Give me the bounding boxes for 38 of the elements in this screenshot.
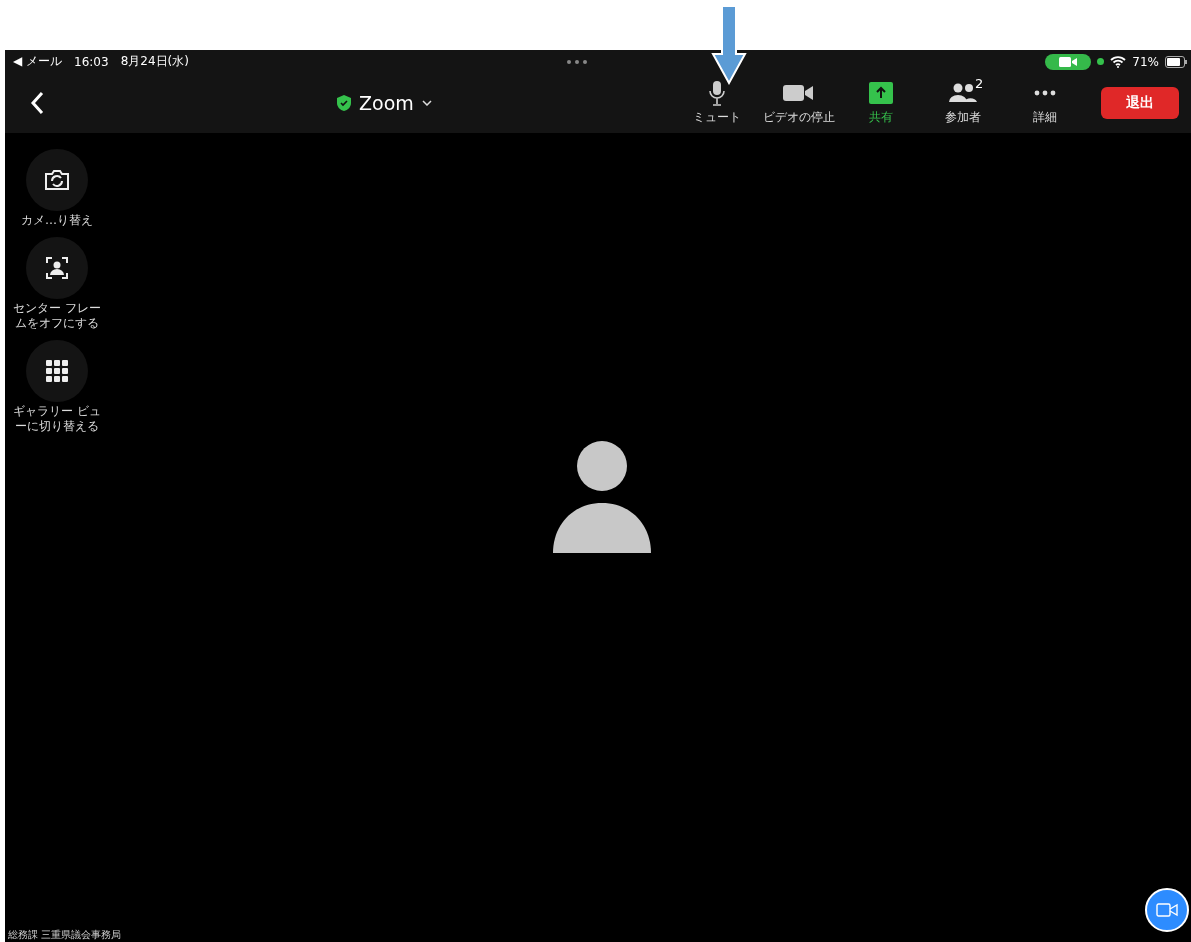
camera-switch-icon xyxy=(44,169,70,191)
leave-button[interactable]: 退出 xyxy=(1101,87,1179,119)
button-label: カメ…り替え xyxy=(20,213,94,229)
toolbar-button[interactable]: ミュート xyxy=(677,80,757,126)
multitask-dots-icon xyxy=(566,58,589,65)
down-arrow-icon xyxy=(711,5,747,85)
people-icon xyxy=(949,83,977,103)
avatar-silhouette-icon xyxy=(553,441,651,555)
video-camera-icon xyxy=(1156,903,1178,917)
button-label: ギャラリー ビューに切り替える xyxy=(12,403,102,435)
meeting-title[interactable]: Zoom xyxy=(359,92,414,114)
video-camera-icon xyxy=(783,84,815,102)
button-label: センター フレームをオフにする xyxy=(12,300,102,332)
back-to-app-link[interactable]: ◀ メール xyxy=(13,53,63,70)
chevron-left-icon xyxy=(30,91,44,115)
mic-icon xyxy=(709,80,725,106)
wifi-icon xyxy=(1110,55,1127,68)
camera-in-use-indicator xyxy=(1045,53,1092,70)
toolbar-label: 参加者 xyxy=(945,109,981,126)
more-icon xyxy=(1034,90,1056,96)
grid-icon xyxy=(46,359,68,382)
battery-percent: 71% xyxy=(1132,54,1159,69)
toolbar-label: ビデオの停止 xyxy=(763,109,835,126)
toolbar-button[interactable]: 共有 xyxy=(841,80,921,126)
toolbar-label: 共有 xyxy=(869,109,893,126)
toolbar-label: 詳細 xyxy=(1033,109,1057,126)
video-button[interactable] xyxy=(1145,888,1189,932)
toolbar-button[interactable]: 詳細 xyxy=(1005,80,1085,126)
battery-icon xyxy=(1165,55,1187,68)
chevron-down-icon xyxy=(421,100,432,106)
person-frame-icon xyxy=(46,256,68,279)
status-time: 16:03 xyxy=(74,54,109,69)
toolbar-label: ミュート xyxy=(693,109,741,126)
toolbar-button[interactable]: ビデオの停止 xyxy=(759,80,839,126)
status-date: 8月24日(水) xyxy=(120,53,189,70)
shield-check-icon xyxy=(337,95,351,111)
footer-caption: 総務課 三重県議会事務局 xyxy=(8,928,122,942)
camera-dot-icon xyxy=(1097,58,1105,65)
